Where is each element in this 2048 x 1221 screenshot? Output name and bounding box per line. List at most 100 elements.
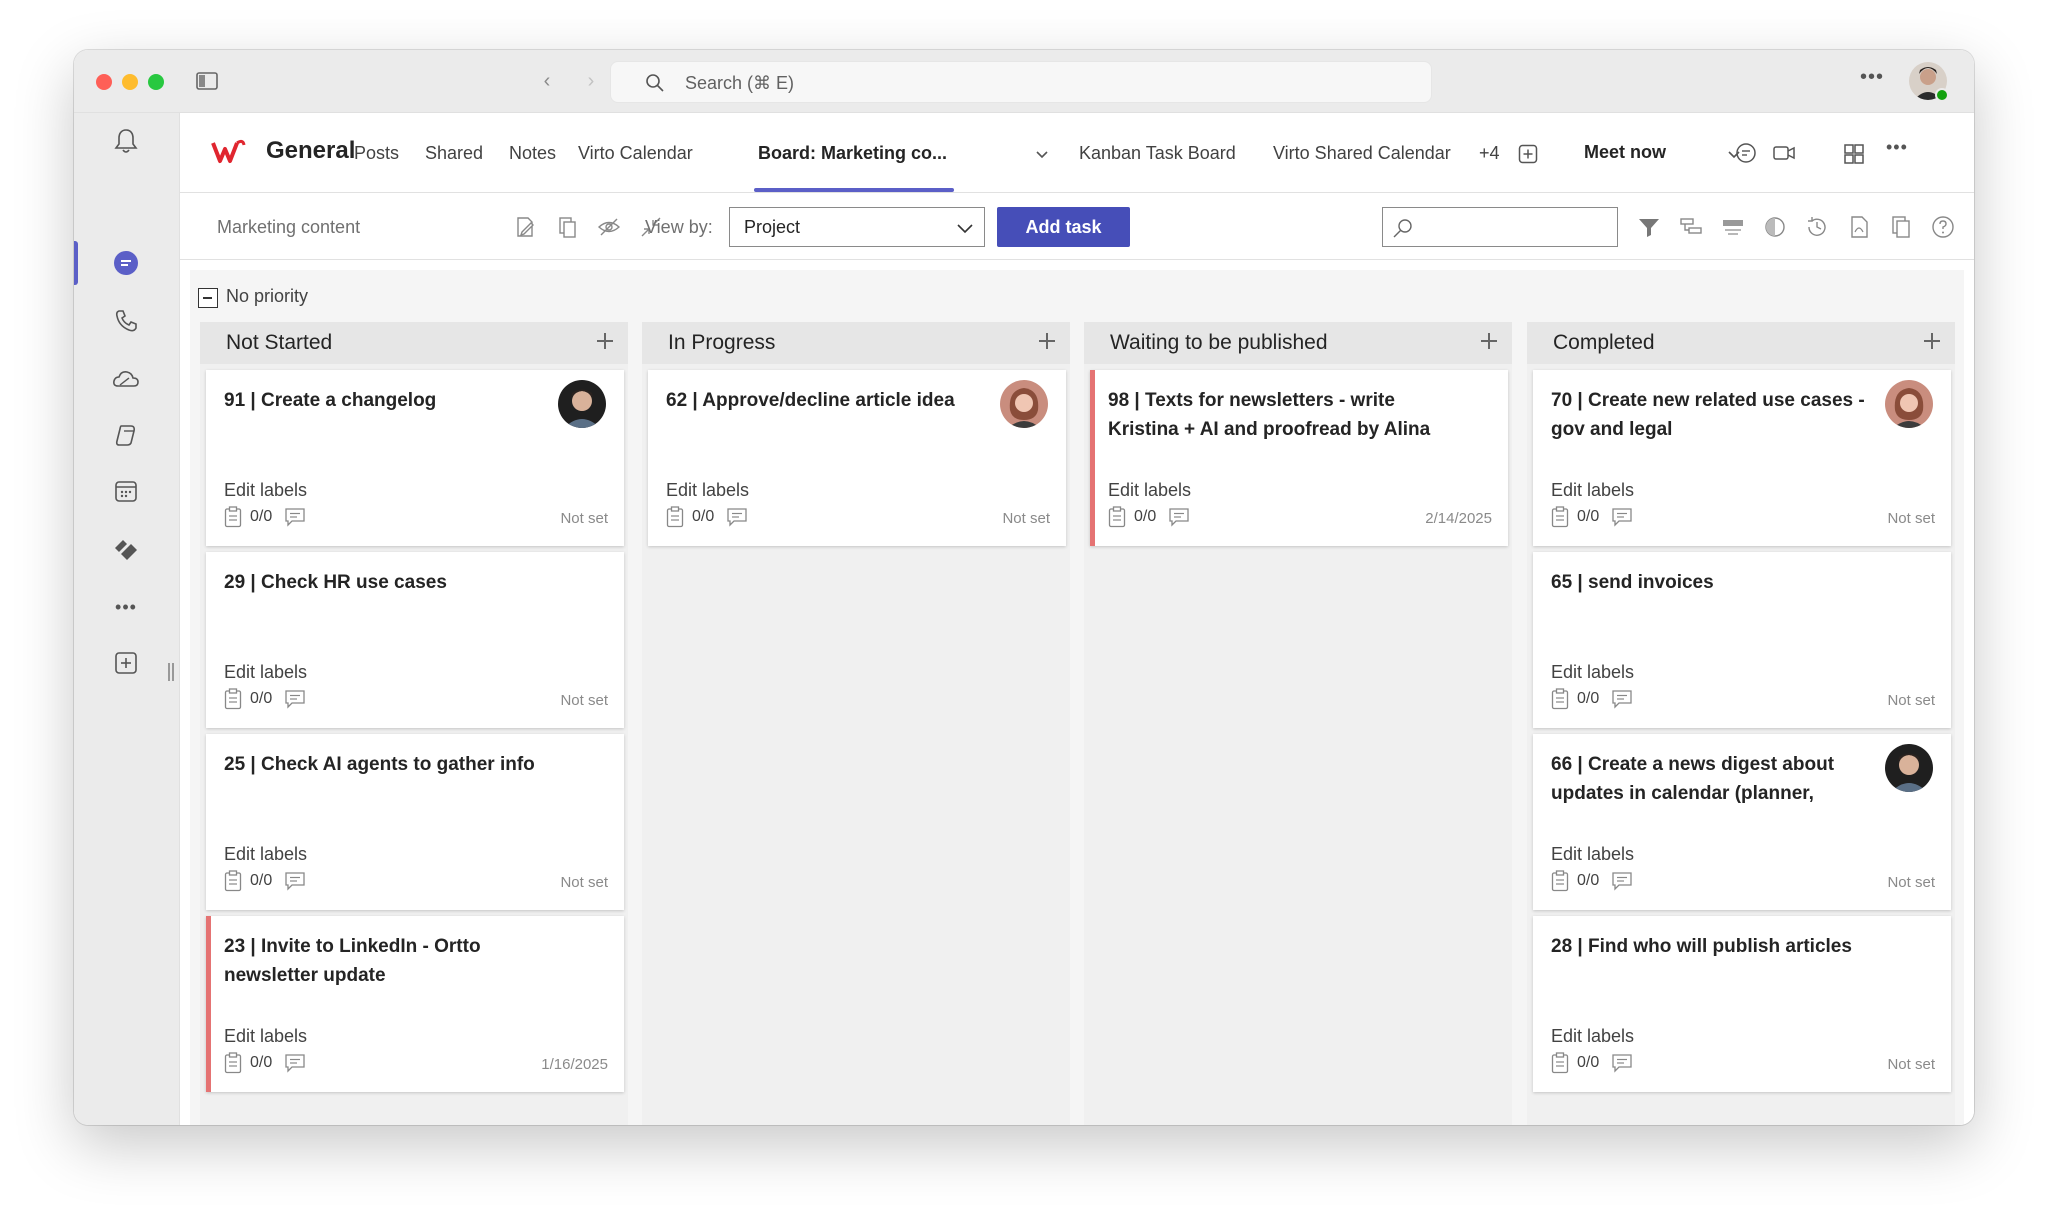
more-options-icon[interactable]: ••• — [1860, 66, 1884, 89]
comment-icon[interactable] — [284, 1053, 306, 1073]
rail-calendar[interactable] — [104, 469, 148, 513]
tab-notes[interactable]: Notes — [509, 143, 556, 164]
add-card-plus-icon[interactable] — [1478, 330, 1500, 352]
copy-icon[interactable] — [554, 214, 580, 240]
edit-labels-link[interactable]: Edit labels — [1551, 662, 1634, 683]
add-tab-icon[interactable] — [1518, 144, 1538, 164]
tab-posts[interactable]: Posts — [354, 143, 399, 164]
comment-icon[interactable] — [1611, 689, 1633, 709]
comment-icon[interactable] — [284, 507, 306, 527]
rail-chat[interactable] — [104, 241, 148, 285]
comment-icon[interactable] — [726, 507, 748, 527]
history-icon[interactable] — [1804, 214, 1830, 240]
comment-icon[interactable] — [1611, 871, 1633, 891]
global-search-input[interactable]: Search (⌘ E) — [610, 61, 1432, 103]
color-palette-icon[interactable] — [1762, 214, 1788, 240]
comment-icon[interactable] — [1168, 507, 1190, 527]
task-card[interactable]: 28 | Find who will publish articles Edit … — [1533, 916, 1951, 1092]
apps-grid-icon[interactable] — [1842, 142, 1866, 166]
rail-add-apps[interactable] — [104, 641, 148, 685]
edit-labels-link[interactable]: Edit labels — [1108, 480, 1191, 501]
assignee-avatar[interactable] — [558, 380, 606, 428]
edit-labels-link[interactable]: Edit labels — [1551, 844, 1634, 865]
tab-virto-calendar[interactable]: Virto Calendar — [578, 143, 693, 164]
card-title[interactable]: 29 | Check HR use cases — [224, 568, 554, 597]
meet-now-button[interactable]: Meet now — [1584, 142, 1666, 163]
assignee-avatar[interactable] — [1885, 380, 1933, 428]
task-card[interactable]: 98 | Texts for newsletters - write Krist… — [1090, 370, 1508, 546]
close-window-button[interactable] — [96, 74, 112, 90]
card-title[interactable]: 65 | send invoices — [1551, 568, 1881, 597]
view-by-select[interactable]: Project — [729, 207, 985, 247]
tab-chevron-down-icon[interactable] — [1034, 146, 1050, 162]
tab-kanban-task-board[interactable]: Kanban Task Board — [1079, 143, 1236, 164]
minimize-window-button[interactable] — [122, 74, 138, 90]
hide-icon[interactable] — [596, 214, 622, 240]
card-title[interactable]: 98 | Texts for newsletters - write Krist… — [1108, 386, 1438, 444]
filter-icon[interactable] — [1636, 214, 1662, 240]
task-card[interactable]: 65 | send invoices Edit labels 0/0 Not set — [1533, 552, 1951, 728]
edit-icon[interactable] — [512, 214, 538, 240]
add-card-plus-icon[interactable] — [594, 330, 616, 352]
card-title[interactable]: 62 | Approve/decline article idea — [666, 386, 996, 415]
zoom-window-button[interactable] — [148, 74, 164, 90]
tab-board-marketing[interactable]: Board: Marketing co... — [758, 143, 947, 164]
card-view-icon[interactable] — [1720, 214, 1746, 240]
edit-labels-link[interactable]: Edit labels — [224, 844, 307, 865]
tab-virto-shared-calendar[interactable]: Virto Shared Calendar — [1273, 143, 1451, 164]
tab-more-count[interactable]: +4 — [1479, 143, 1500, 164]
assignee-avatar[interactable] — [1000, 380, 1048, 428]
add-card-plus-icon[interactable] — [1036, 330, 1058, 352]
card-title[interactable]: 28 | Find who will publish articles — [1551, 932, 1881, 961]
comment-icon[interactable] — [284, 689, 306, 709]
checklist-count: 0/0 — [1134, 508, 1157, 525]
rail-more-apps[interactable]: ••• — [104, 585, 148, 629]
board-search-input[interactable] — [1382, 207, 1618, 247]
column-header: Not Started — [200, 322, 628, 364]
rail-activity[interactable] — [104, 119, 148, 163]
card-title[interactable]: 25 | Check AI agents to gather info — [224, 750, 554, 779]
tab-shared[interactable]: Shared — [425, 143, 483, 164]
card-title[interactable]: 70 | Create new related use cases - gov … — [1551, 386, 1881, 444]
add-card-plus-icon[interactable] — [1921, 330, 1943, 352]
forward-arrow-icon[interactable]: › — [578, 68, 604, 94]
task-card[interactable]: 25 | Check AI agents to gather info Edit … — [206, 734, 624, 910]
comment-icon[interactable] — [1611, 507, 1633, 527]
channel-more-icon[interactable]: ••• — [1886, 137, 1910, 161]
pdf-export-icon[interactable] — [1846, 214, 1872, 240]
back-arrow-icon[interactable]: ‹ — [534, 68, 560, 94]
task-card[interactable]: 62 | Approve/decline article idea Edit la… — [648, 370, 1066, 546]
task-card[interactable]: 70 | Create new related use cases - gov … — [1533, 370, 1951, 546]
edit-labels-link[interactable]: Edit labels — [1551, 480, 1634, 501]
duplicate-icon[interactable] — [1888, 214, 1914, 240]
card-title[interactable]: 91 | Create a changelog — [224, 386, 554, 415]
resize-handle[interactable] — [168, 663, 174, 681]
help-icon[interactable] — [1930, 214, 1956, 240]
edit-labels-link[interactable]: Edit labels — [224, 662, 307, 683]
comment-icon[interactable] — [1611, 1053, 1633, 1073]
video-camera-icon[interactable] — [1772, 141, 1796, 165]
task-card[interactable]: 66 | Create a news digest about updates … — [1533, 734, 1951, 910]
card-meta: 0/0 — [1108, 506, 1190, 528]
assignee-avatar[interactable] — [1885, 744, 1933, 792]
sidebar-toggle-icon[interactable] — [196, 72, 218, 90]
rail-copilot[interactable] — [104, 413, 148, 457]
collapse-group-toggle[interactable] — [198, 288, 218, 308]
comment-icon[interactable] — [284, 871, 306, 891]
edit-labels-link[interactable]: Edit labels — [224, 480, 307, 501]
card-title[interactable]: 66 | Create a news digest about updates … — [1551, 750, 1881, 808]
task-card[interactable]: 91 | Create a changelog Edit labels 0/0 Not… — [206, 370, 624, 546]
checklist-count: 0/0 — [1577, 872, 1600, 889]
rail-virto-app[interactable] — [104, 527, 148, 571]
add-task-button[interactable]: Add task — [997, 207, 1130, 247]
edit-labels-link[interactable]: Edit labels — [666, 480, 749, 501]
hierarchy-icon[interactable] — [1678, 214, 1704, 240]
card-title[interactable]: 23 | Invite to LinkedIn - Ortto newslett… — [224, 932, 554, 990]
task-card[interactable]: 23 | Invite to LinkedIn - Ortto newslett… — [206, 916, 624, 1092]
edit-labels-link[interactable]: Edit labels — [1551, 1026, 1634, 1047]
rail-calls[interactable] — [104, 299, 148, 343]
meet-now-chevron-icon[interactable] — [1726, 146, 1742, 162]
rail-onedrive[interactable] — [104, 357, 148, 401]
task-card[interactable]: 29 | Check HR use cases Edit labels 0/0 Not… — [206, 552, 624, 728]
edit-labels-link[interactable]: Edit labels — [224, 1026, 307, 1047]
